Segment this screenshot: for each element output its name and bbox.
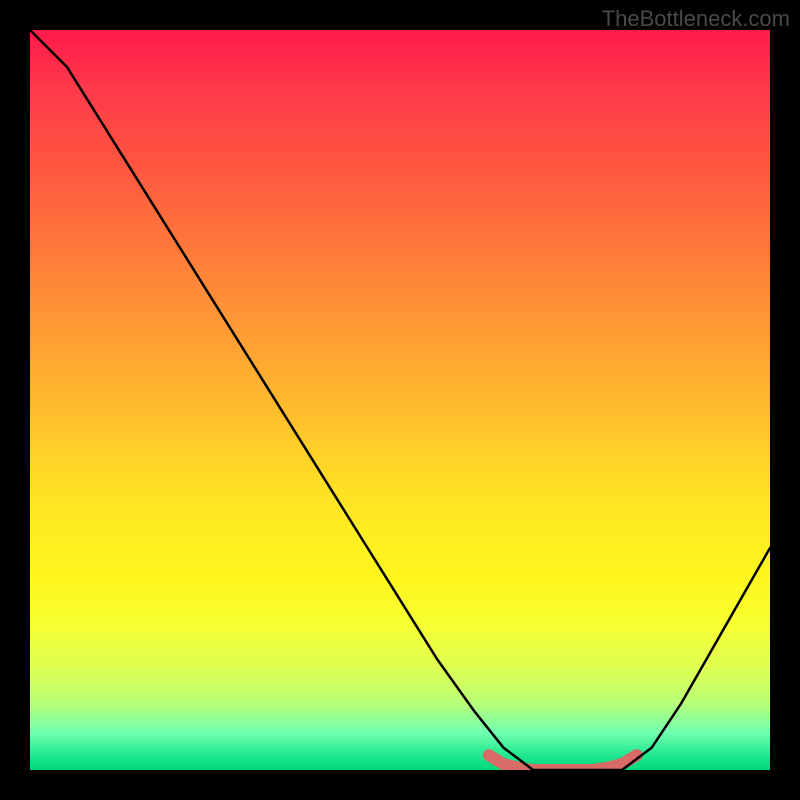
- watermark-text: TheBottleneck.com: [602, 6, 790, 32]
- bottleneck-curve: [30, 30, 770, 770]
- curve-svg: [30, 30, 770, 770]
- chart-container: TheBottleneck.com: [0, 0, 800, 800]
- plot-area: [30, 30, 770, 770]
- highlight-segment: [489, 755, 637, 770]
